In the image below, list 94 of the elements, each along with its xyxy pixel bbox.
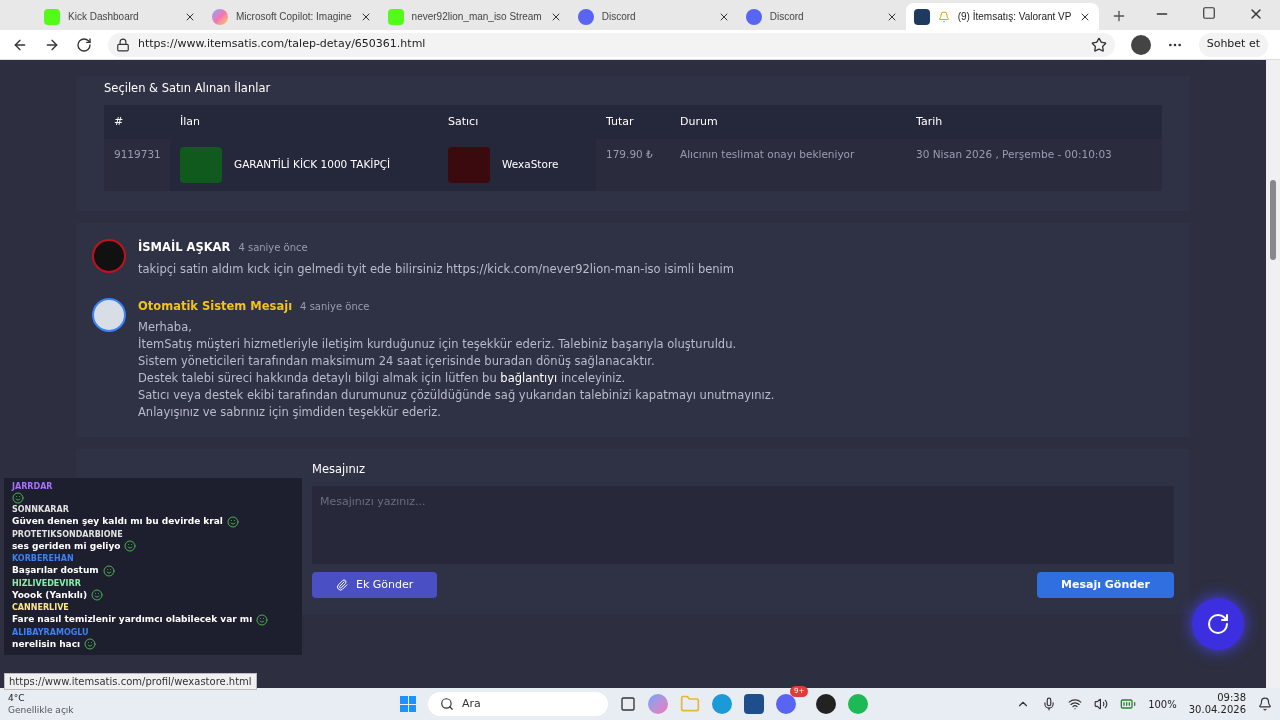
wifi-icon[interactable] bbox=[1068, 697, 1083, 711]
address-bar[interactable]: https://www.itemsatis.com/talep-detay/650361.html bbox=[108, 32, 1115, 57]
message-text: Satıcı veya destek ekibi tarafından durumunuz çözüldüğünde sağ yukarıdan talebinizi kapatmayı unutmayınız. bbox=[138, 386, 775, 404]
scrollbar-thumb[interactable] bbox=[1270, 180, 1276, 260]
send-button[interactable]: Mesajı Gönder bbox=[1037, 572, 1174, 598]
column-header: Tutar bbox=[596, 105, 670, 140]
emote-icon bbox=[124, 540, 137, 553]
taskbar-search[interactable]: Ara bbox=[428, 692, 608, 716]
message-text: Sistem yöneticileri tarafından maksimum 24 saat içerisinde buradan dönüş sağlanacaktır. bbox=[138, 352, 656, 370]
chat-message: nerelisin hacı bbox=[12, 637, 81, 651]
emote-icon bbox=[256, 613, 269, 626]
url-text: https://www.itemsatis.com/talep-detay/650361.html bbox=[138, 36, 427, 53]
column-header: # bbox=[104, 105, 170, 140]
tab-title: (9) İtemsatış: Valorant VP bbox=[957, 9, 1072, 24]
speaker-icon[interactable] bbox=[1094, 697, 1109, 711]
search-placeholder: Ara bbox=[462, 695, 481, 712]
emote-icon bbox=[12, 492, 24, 504]
tab-title: Kick Dashboard bbox=[68, 10, 140, 24]
emote-icon bbox=[226, 515, 239, 528]
lock-icon bbox=[116, 37, 130, 52]
clock-date: 30.04.2026 bbox=[1188, 704, 1246, 716]
author-name: Otomatik Sistem Mesajı bbox=[138, 297, 293, 315]
browser-tab[interactable]: Discord bbox=[569, 3, 738, 30]
seller-logo bbox=[448, 147, 490, 184]
section-title: Seçilen & Satın Alınan İlanlar bbox=[104, 80, 272, 97]
battery-percentage: 100% bbox=[1148, 697, 1177, 712]
message-time: 4 saniye önce bbox=[238, 241, 308, 256]
maximize-icon[interactable] bbox=[1202, 6, 1216, 20]
battery-icon[interactable] bbox=[1120, 696, 1137, 712]
column-header: Durum bbox=[670, 105, 906, 140]
tab-title: Discord bbox=[769, 10, 805, 24]
chat-message: Yoook (Yankılı) bbox=[12, 588, 87, 602]
column-header: Tarih bbox=[906, 105, 1162, 140]
chat-message: Güven denen şey kaldı mı bu devirde kral bbox=[12, 515, 223, 528]
browser-tab[interactable]: Kick Dashboard bbox=[36, 3, 204, 30]
start-icon[interactable] bbox=[400, 696, 416, 712]
chat-username: HIZLIVEDEVIRR bbox=[12, 578, 82, 589]
clock-time: 09:38 bbox=[1217, 692, 1246, 704]
bell-icon bbox=[937, 10, 950, 23]
table-cell: 9119731 bbox=[104, 139, 170, 192]
task-view-icon[interactable] bbox=[620, 696, 636, 712]
browser-tab[interactable]: never92lion_man_iso Stream bbox=[379, 3, 570, 30]
help-link[interactable]: bağlantıyı bbox=[500, 370, 558, 385]
author-name: İSMAİL AŞKAR bbox=[138, 239, 231, 257]
weather-description: Genellikle açık bbox=[8, 704, 75, 716]
message-text: İtemSatış müşteri hizmetleriyle iletişim kurduğunuz için teşekkür ederiz. Talebiniz başarıyla oluşturuldu. bbox=[138, 335, 738, 353]
chat-message: Başarılar dostum bbox=[12, 564, 99, 577]
table-cell: Alıcının teslimat onayı bekleniyor bbox=[670, 139, 906, 192]
field-label: Mesajınız bbox=[312, 460, 366, 478]
message-text: Destek talebi süreci hakkında detaylı bilgi almak için lütfen bu bağlantıyı inceleyiniz. bbox=[138, 369, 627, 387]
message-time: 4 saniye önce bbox=[300, 299, 370, 314]
notification-icon[interactable] bbox=[1258, 697, 1272, 711]
support-avatar bbox=[92, 297, 126, 332]
floating-chat-button[interactable] bbox=[1192, 598, 1244, 650]
weather-widget[interactable]: 4°C Genellikle açık bbox=[8, 692, 298, 716]
chat-username: JARRDAR bbox=[12, 482, 54, 492]
browser-tab[interactable]: (9) İtemsatış: Valorant VP bbox=[905, 3, 1100, 30]
column-header: İlan bbox=[170, 105, 438, 140]
message-text: Anlayışınız ve sabrınız için şimdiden teşekkür ederiz. bbox=[138, 403, 442, 421]
column-header: Satıcı bbox=[438, 105, 596, 140]
table-cell: 179.90 ₺ bbox=[596, 139, 670, 192]
emote-icon bbox=[102, 564, 115, 577]
paperclip-icon bbox=[336, 579, 348, 591]
search-icon bbox=[440, 697, 454, 711]
profile-avatar[interactable] bbox=[1130, 34, 1151, 55]
message-text: Merhaba, bbox=[138, 318, 193, 336]
emote-icon bbox=[84, 638, 97, 651]
chat-username: PROTETIKSONDARBIONE bbox=[12, 529, 124, 540]
seller-name[interactable]: WexaStore bbox=[502, 157, 559, 174]
chat-username: SONNKARAR bbox=[12, 505, 70, 515]
emote-icon bbox=[91, 589, 103, 602]
chat-button[interactable]: Sohbet et bbox=[1198, 32, 1268, 57]
tab-title: Microsoft Copilot: Imagine bbox=[236, 10, 352, 24]
browser-tab[interactable]: Microsoft Copilot: Imagine bbox=[204, 3, 380, 30]
tab-title: never92lion_man_iso Stream bbox=[411, 10, 542, 24]
chat-username: ALIBAYRAMOGLU bbox=[12, 627, 90, 638]
chat-username: CANNERLIVE bbox=[12, 603, 70, 613]
chat-username: KORBEREHAN bbox=[12, 554, 75, 564]
status-url-bubble: https://www.itemsatis.com/profil/wexastore.html bbox=[4, 673, 257, 690]
weather-temperature: 4°C bbox=[8, 692, 26, 704]
reload-icon[interactable] bbox=[76, 36, 92, 53]
listing-title[interactable]: GARANTİLİ KİCK 1000 TAKİPÇİ bbox=[234, 157, 391, 174]
table-cell: 30 Nisan 2026 , Perşembe - 00:10:03 bbox=[906, 139, 1162, 192]
attach-button[interactable]: Ek Gönder bbox=[312, 572, 438, 598]
browser-tab[interactable]: Discord bbox=[737, 3, 906, 30]
user-avatar bbox=[92, 239, 126, 274]
tab-title: Discord bbox=[601, 10, 637, 24]
listing-thumbnail bbox=[180, 147, 222, 184]
message-text: takipçi satin aldım kıck için gelmedi tyit ede bilirsiniz https://kick.com/never92lion-man-iso isimli benim bbox=[138, 260, 734, 278]
favorite-icon[interactable] bbox=[1090, 36, 1107, 53]
message-input[interactable]: Mesajınızı yazınız... bbox=[312, 486, 1174, 564]
chat-message: ses geriden mi geliyo bbox=[12, 539, 121, 553]
chat-message: Fare nasıl temizlenir yardımcı olabilecek var mı bbox=[12, 613, 253, 626]
microphone-icon[interactable] bbox=[1042, 697, 1057, 711]
